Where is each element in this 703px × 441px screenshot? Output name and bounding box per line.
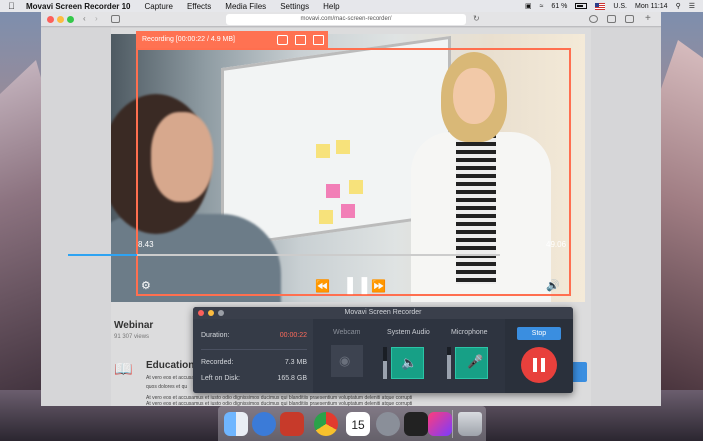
menu-help[interactable]: Help [323,2,339,11]
airplay-icon[interactable]: ▣ [525,2,532,10]
browser-toolbar: ‹ › movavi.com/mac-screen-recorder/ ↻ + [41,12,661,27]
panel-minimize-button[interactable] [208,310,214,316]
safari-icon[interactable] [252,412,276,436]
section-title: Education [146,360,195,371]
menu-media-files[interactable]: Media Files [225,2,266,11]
us-flag-icon[interactable] [595,2,606,10]
panel-title: Movavi Screen Recorder [193,307,573,319]
video-seek-bar[interactable] [68,254,500,256]
duration-row: Duration: 00:00:22 [201,332,307,339]
screenshot-icon[interactable] [277,34,288,45]
recorded-label: Recorded: [201,359,234,366]
pause-icon[interactable] [295,34,306,45]
video-settings-gear-icon[interactable]: ⚙ [141,280,151,292]
system-audio-level-fill [383,361,387,379]
webcam-label: Webcam [333,329,361,336]
duration-label: Duration: [201,332,230,339]
share-icon[interactable] [607,15,616,23]
reload-icon[interactable]: ↻ [473,14,480,23]
page-title: Webinar [114,320,154,331]
recording-toolbar: Recording [00:00:22 / 4.9 MB] [136,31,328,48]
tabs-icon[interactable] [625,15,634,23]
views-count: 91 307 views [114,334,150,340]
microphone-toggle[interactable]: 🎤 [455,347,488,379]
video-seek-progress [68,254,138,256]
stop-icon[interactable] [313,34,324,45]
close-window-button[interactable] [47,16,54,23]
screen-recorder-icon[interactable] [428,412,452,436]
finder-icon[interactable] [224,412,248,436]
video-time-total: 49.06 [546,240,567,249]
url-bar[interactable]: movavi.com/mac-screen-recorder/ [226,14,466,25]
system-audio-toggle[interactable]: 🔈 [391,347,424,379]
minimize-window-button[interactable] [57,16,64,23]
forward-arrow-icon[interactable]: › [95,15,104,23]
panel-close-button[interactable] [198,310,204,316]
paragraph-1b: quos dolores et qu [146,384,188,390]
pause-recording-button[interactable] [521,347,557,383]
recording-area-frame[interactable] [136,48,571,296]
microphone-level-fill [447,355,451,379]
recorded-value: 7.3 MB [284,359,307,366]
rewind-icon[interactable]: ⏪ [315,280,330,292]
menubar-clock[interactable]: Mon 11:14 [635,3,668,10]
dock-divider [452,410,453,438]
menu-settings[interactable]: Settings [280,2,309,11]
duration-value: 00:00:22 [279,332,307,339]
fast-forward-icon[interactable]: ⏩ [371,280,386,292]
wifi-icon[interactable]: ≈ [540,3,544,10]
app-menu[interactable]: Movavi Screen Recorder 10 [26,2,131,11]
system-audio-level [383,347,387,379]
recording-stats: Duration: 00:00:22 Recorded: 7.3 MB Left… [193,319,313,393]
input-source[interactable]: U.S. [613,3,627,10]
disk-row: Left on Disk: 165.8 GB [201,375,307,382]
volume-icon[interactable]: 🔊 [546,280,560,292]
chrome-icon[interactable] [314,412,338,436]
book-icon: 📖 [114,361,133,378]
recording-status: Recording [00:00:22 / 4.9 MB] [142,36,235,43]
menu-list-icon[interactable]: ☰ [689,2,695,10]
stats-divider [201,349,307,350]
microphone-icon: 🎤 [467,354,484,369]
video-time-elapsed: 8.43 [138,240,154,249]
menubar-status-area: ▣ ≈ 61 % U.S. Mon 11:14 ⚲ ☰ [525,0,695,12]
recorded-row: Recorded: 7.3 MB [201,359,307,366]
video-pause-icon[interactable]: ❚❚ [343,276,372,293]
webcam-icon: ◉ [339,353,351,368]
disk-label: Left on Disk: [201,375,240,382]
new-tab-icon[interactable]: + [645,13,651,24]
webcam-toggle[interactable]: ◉ [331,345,363,377]
calendar-icon[interactable]: 15 [346,412,370,436]
download-icon[interactable] [589,15,598,23]
mac-dock: 15 [218,406,486,441]
sidebar-icon[interactable] [111,15,120,23]
microphone-label: Microphone [451,329,488,336]
terminal-icon[interactable] [404,412,428,436]
stop-button[interactable]: Stop [517,327,561,340]
photo-booth-icon[interactable] [280,412,304,436]
panel-zoom-button[interactable] [218,310,224,316]
battery-percent: 61 % [551,2,568,10]
zoom-window-button[interactable] [67,16,74,23]
system-audio-label: System Audio [387,329,430,336]
battery-icon[interactable] [575,3,588,9]
page-cta-button[interactable] [573,362,587,382]
system-preferences-icon[interactable] [376,412,400,436]
microphone-level [447,347,451,379]
menu-capture[interactable]: Capture [145,2,173,11]
recording-controls: Stop [505,319,573,393]
apple-menu-icon[interactable]:  [8,1,18,11]
speaker-icon: 🔈 [401,355,418,370]
mac-menubar:  Movavi Screen Recorder 10 Capture Effe… [0,0,703,12]
search-icon[interactable]: ⚲ [676,2,681,10]
disk-value: 165.8 GB [277,375,307,382]
trash-icon[interactable] [458,412,482,436]
back-arrow-icon[interactable]: ‹ [83,15,92,23]
menu-effects[interactable]: Effects [187,2,211,11]
recorder-panel: Movavi Screen Recorder Duration: 00:00:2… [193,307,573,393]
